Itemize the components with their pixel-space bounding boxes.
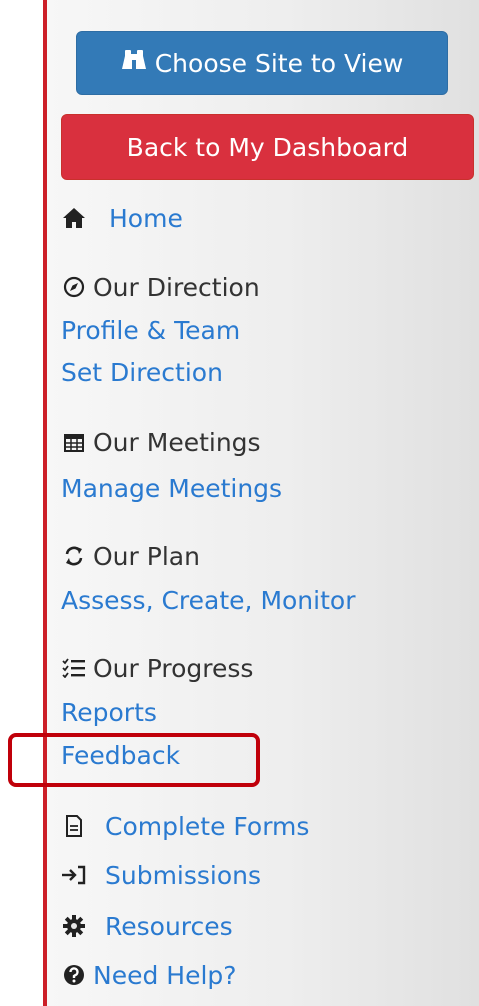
section-our-plan-label: Our Plan (93, 541, 200, 571)
back-to-dashboard-label: Back to My Dashboard (126, 132, 409, 162)
choose-site-button[interactable]: Choose Site to View (76, 31, 448, 95)
nav-resources-link[interactable]: Resources (105, 914, 233, 939)
nav-home-link[interactable]: Home (109, 206, 183, 231)
cog-icon (61, 913, 87, 939)
back-to-dashboard-button[interactable]: Back to My Dashboard (61, 114, 474, 180)
nav-need-help[interactable]: Need Help? (61, 962, 237, 988)
section-our-meetings: Our Meetings (61, 429, 261, 455)
tasks-icon (61, 655, 87, 681)
nav-set-direction[interactable]: Set Direction (61, 360, 223, 385)
nav-reports-link[interactable]: Reports (61, 700, 157, 725)
section-our-meetings-label: Our Meetings (93, 427, 261, 457)
nav-profile-team[interactable]: Profile & Team (61, 318, 240, 343)
nav-manage-meetings-link[interactable]: Manage Meetings (61, 476, 282, 501)
nav-set-direction-link[interactable]: Set Direction (61, 360, 223, 385)
nav-need-help-link[interactable]: Need Help? (93, 963, 237, 988)
question-circle-icon (61, 962, 87, 988)
compass-icon (61, 274, 87, 300)
choose-site-label: Choose Site to View (154, 48, 404, 78)
section-our-plan: Our Plan (61, 543, 200, 569)
nav-reports[interactable]: Reports (61, 700, 157, 725)
binoculars-icon (121, 49, 147, 77)
section-our-progress-label: Our Progress (93, 653, 254, 683)
form-icon (61, 813, 87, 839)
page: Choose Site to View Back to My Dashboard… (0, 0, 479, 1006)
nav-submissions-link[interactable]: Submissions (105, 863, 261, 888)
section-our-direction-label: Our Direction (93, 272, 260, 302)
nav-profile-team-link[interactable]: Profile & Team (61, 318, 240, 343)
home-icon (61, 205, 87, 231)
calendar-icon (61, 429, 87, 455)
left-accent-rule (43, 0, 47, 1006)
nav-complete-forms-link[interactable]: Complete Forms (105, 814, 309, 839)
nav-home[interactable]: Home (61, 205, 183, 231)
nav-assess-create-monitor-link[interactable]: Assess, Create, Monitor (61, 588, 355, 613)
section-our-progress: Our Progress (61, 655, 253, 681)
nav-resources[interactable]: Resources (61, 913, 233, 939)
nav-submissions[interactable]: Submissions (61, 862, 261, 888)
sign-in-icon (61, 862, 87, 888)
section-our-direction: Our Direction (61, 274, 260, 300)
feedback-highlight-box (8, 733, 260, 787)
nav-assess-create-monitor[interactable]: Assess, Create, Monitor (61, 588, 355, 613)
nav-complete-forms[interactable]: Complete Forms (61, 813, 309, 839)
refresh-icon (61, 543, 87, 569)
nav-manage-meetings[interactable]: Manage Meetings (61, 476, 282, 501)
